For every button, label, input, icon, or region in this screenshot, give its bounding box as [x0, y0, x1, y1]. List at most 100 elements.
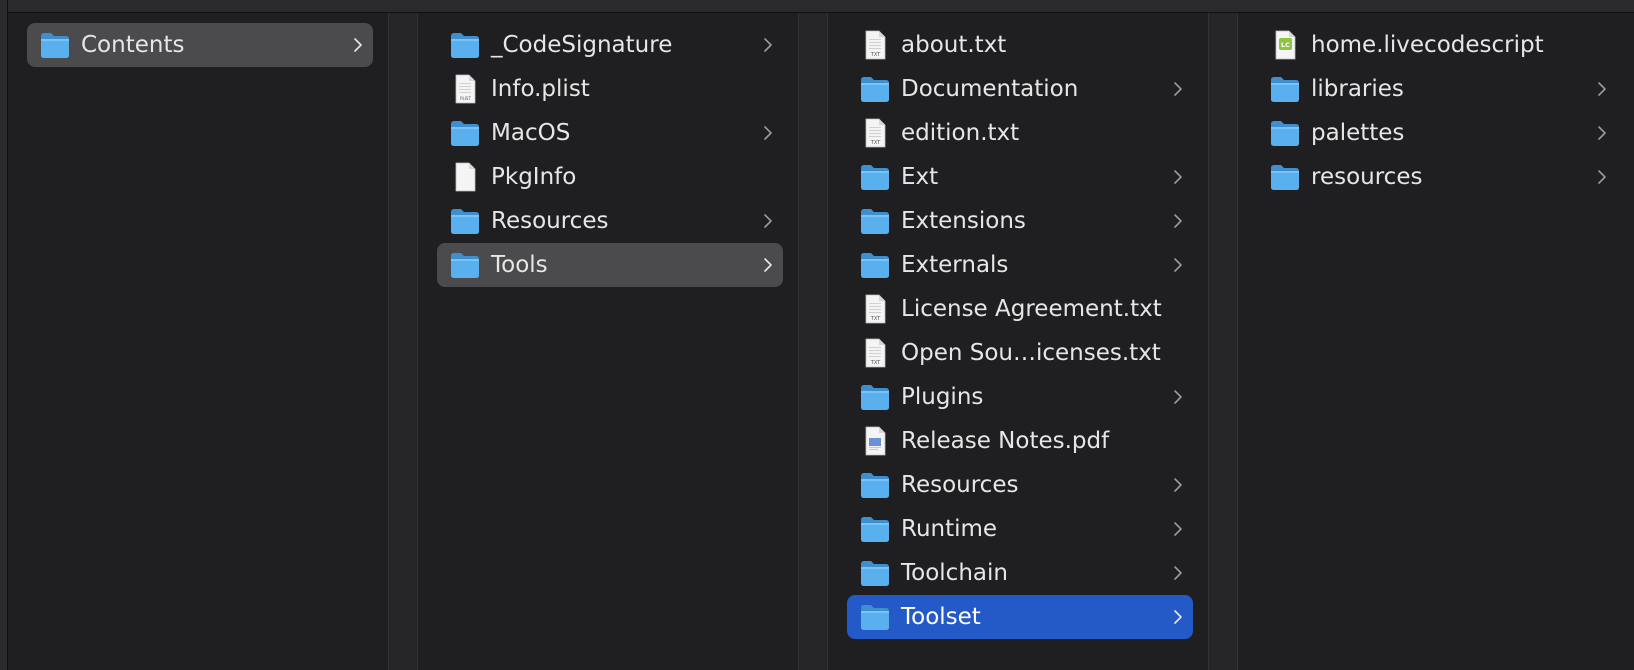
folder-icon: [859, 382, 891, 412]
file-name: Documentation: [901, 76, 1079, 102]
column-contents-children[interactable]: _CodeSignature PLIST Info.plist MacOS PkgInf…: [418, 13, 798, 670]
chevron-right-icon: [1173, 213, 1183, 229]
folder-icon: [859, 162, 891, 192]
file-name: resources: [1311, 164, 1423, 190]
file-row-home-livecodescript[interactable]: LC home.livecodescript: [1257, 23, 1617, 67]
file-name: Resources: [901, 472, 1019, 498]
column-tools-children[interactable]: TXT about.txt Documentation TXT edition.txt E…: [828, 13, 1208, 670]
file-row-codesignature[interactable]: _CodeSignature: [437, 23, 783, 67]
folder-icon: [859, 602, 891, 632]
file-row-ext[interactable]: Ext: [847, 155, 1193, 199]
file-name: Open Sou…icenses.txt: [901, 340, 1161, 366]
chevron-right-icon: [1173, 565, 1183, 581]
column-resizer-1[interactable]: [388, 13, 418, 670]
pdf-file-icon: [859, 426, 891, 456]
file-row-resources[interactable]: resources: [1257, 155, 1617, 199]
folder-icon: [449, 206, 481, 236]
file-row-edition-txt[interactable]: TXT edition.txt: [847, 111, 1193, 155]
folder-icon: [39, 30, 71, 60]
chevron-right-icon: [1173, 81, 1183, 97]
text-file-icon: TXT: [859, 294, 891, 324]
file-row-resources[interactable]: Resources: [437, 199, 783, 243]
file-name: edition.txt: [901, 120, 1020, 146]
chevron-right-icon: [1173, 477, 1183, 493]
file-row-runtime[interactable]: Runtime: [847, 507, 1193, 551]
svg-text:PLIST: PLIST: [460, 96, 471, 101]
file-name: Runtime: [901, 516, 998, 542]
file-row-pkginfo[interactable]: PkgInfo: [437, 155, 783, 199]
folder-icon: [1269, 162, 1301, 192]
chevron-right-icon: [1597, 81, 1607, 97]
folder-icon: [1269, 118, 1301, 148]
file-row-palettes[interactable]: palettes: [1257, 111, 1617, 155]
folder-icon: [859, 250, 891, 280]
file-row-plugins[interactable]: Plugins: [847, 375, 1193, 419]
chevron-right-icon: [353, 37, 363, 53]
svg-text:TXT: TXT: [870, 52, 881, 58]
column-toolset-children[interactable]: LC home.livecodescript libraries palettes re…: [1238, 13, 1634, 670]
file-row-macos[interactable]: MacOS: [437, 111, 783, 155]
chevron-right-icon: [1173, 609, 1183, 625]
chevron-right-icon: [763, 37, 773, 53]
file-row-info-plist[interactable]: PLIST Info.plist: [437, 67, 783, 111]
file-row-about-txt[interactable]: TXT about.txt: [847, 23, 1193, 67]
folder-icon: [859, 470, 891, 500]
text-file-icon: TXT: [859, 338, 891, 368]
file-name: Plugins: [901, 384, 984, 410]
chevron-right-icon: [1173, 521, 1183, 537]
file-name: Ext: [901, 164, 939, 190]
file-row-extensions[interactable]: Extensions: [847, 199, 1193, 243]
chevron-right-icon: [1597, 125, 1607, 141]
finder-window: Contents _CodeSignature PLIST Info.plist Ma…: [0, 0, 1634, 670]
file-name: home.livecodescript: [1311, 32, 1544, 58]
file-row-license-agreement-txt[interactable]: TXT License Agreement.txt: [847, 287, 1193, 331]
file-name: MacOS: [491, 120, 571, 146]
file-row-open-sou-icenses-txt[interactable]: TXT Open Sou…icenses.txt: [847, 331, 1193, 375]
svg-text:TXT: TXT: [870, 140, 881, 146]
file-name: Release Notes.pdf: [901, 428, 1110, 454]
file-name: Toolset: [901, 604, 981, 630]
file-name: about.txt: [901, 32, 1007, 58]
file-name: PkgInfo: [491, 164, 577, 190]
file-row-libraries[interactable]: libraries: [1257, 67, 1617, 111]
chevron-right-icon: [763, 125, 773, 141]
folder-icon: [859, 514, 891, 544]
plist-file-icon: PLIST: [449, 74, 481, 104]
file-name: Contents: [81, 32, 185, 58]
file-row-documentation[interactable]: Documentation: [847, 67, 1193, 111]
column-resizer-3[interactable]: [1208, 13, 1238, 670]
file-row-resources[interactable]: Resources: [847, 463, 1193, 507]
file-name: Resources: [491, 208, 609, 234]
folder-icon: [859, 206, 891, 236]
file-name: Info.plist: [491, 76, 590, 102]
livecode-script-icon: LC: [1269, 30, 1301, 60]
folder-icon: [1269, 74, 1301, 104]
svg-text:TXT: TXT: [870, 316, 881, 322]
folder-icon: [859, 558, 891, 588]
folder-icon: [449, 250, 481, 280]
file-row-toolset[interactable]: Toolset: [847, 595, 1193, 639]
file-name: libraries: [1311, 76, 1404, 102]
text-file-icon: TXT: [859, 118, 891, 148]
file-row-toolchain[interactable]: Toolchain: [847, 551, 1193, 595]
svg-text:TXT: TXT: [870, 360, 881, 366]
file-row-contents[interactable]: Contents: [27, 23, 373, 67]
blank-file-icon: [449, 162, 481, 192]
svg-text:LC: LC: [1281, 41, 1290, 49]
file-name: _CodeSignature: [491, 32, 673, 58]
chevron-right-icon: [763, 213, 773, 229]
text-file-icon: TXT: [859, 30, 891, 60]
chevron-right-icon: [1173, 257, 1183, 273]
file-name: Extensions: [901, 208, 1026, 234]
toolbar-strip: [0, 0, 1634, 13]
file-row-externals[interactable]: Externals: [847, 243, 1193, 287]
column-contents[interactable]: Contents: [8, 13, 388, 670]
chevron-right-icon: [1173, 389, 1183, 405]
file-name: Toolchain: [901, 560, 1008, 586]
chevron-right-icon: [763, 257, 773, 273]
file-row-tools[interactable]: Tools: [437, 243, 783, 287]
chevron-right-icon: [1173, 169, 1183, 185]
file-row-release-notes-pdf[interactable]: Release Notes.pdf: [847, 419, 1193, 463]
column-resizer-2[interactable]: [798, 13, 828, 670]
folder-icon: [449, 30, 481, 60]
